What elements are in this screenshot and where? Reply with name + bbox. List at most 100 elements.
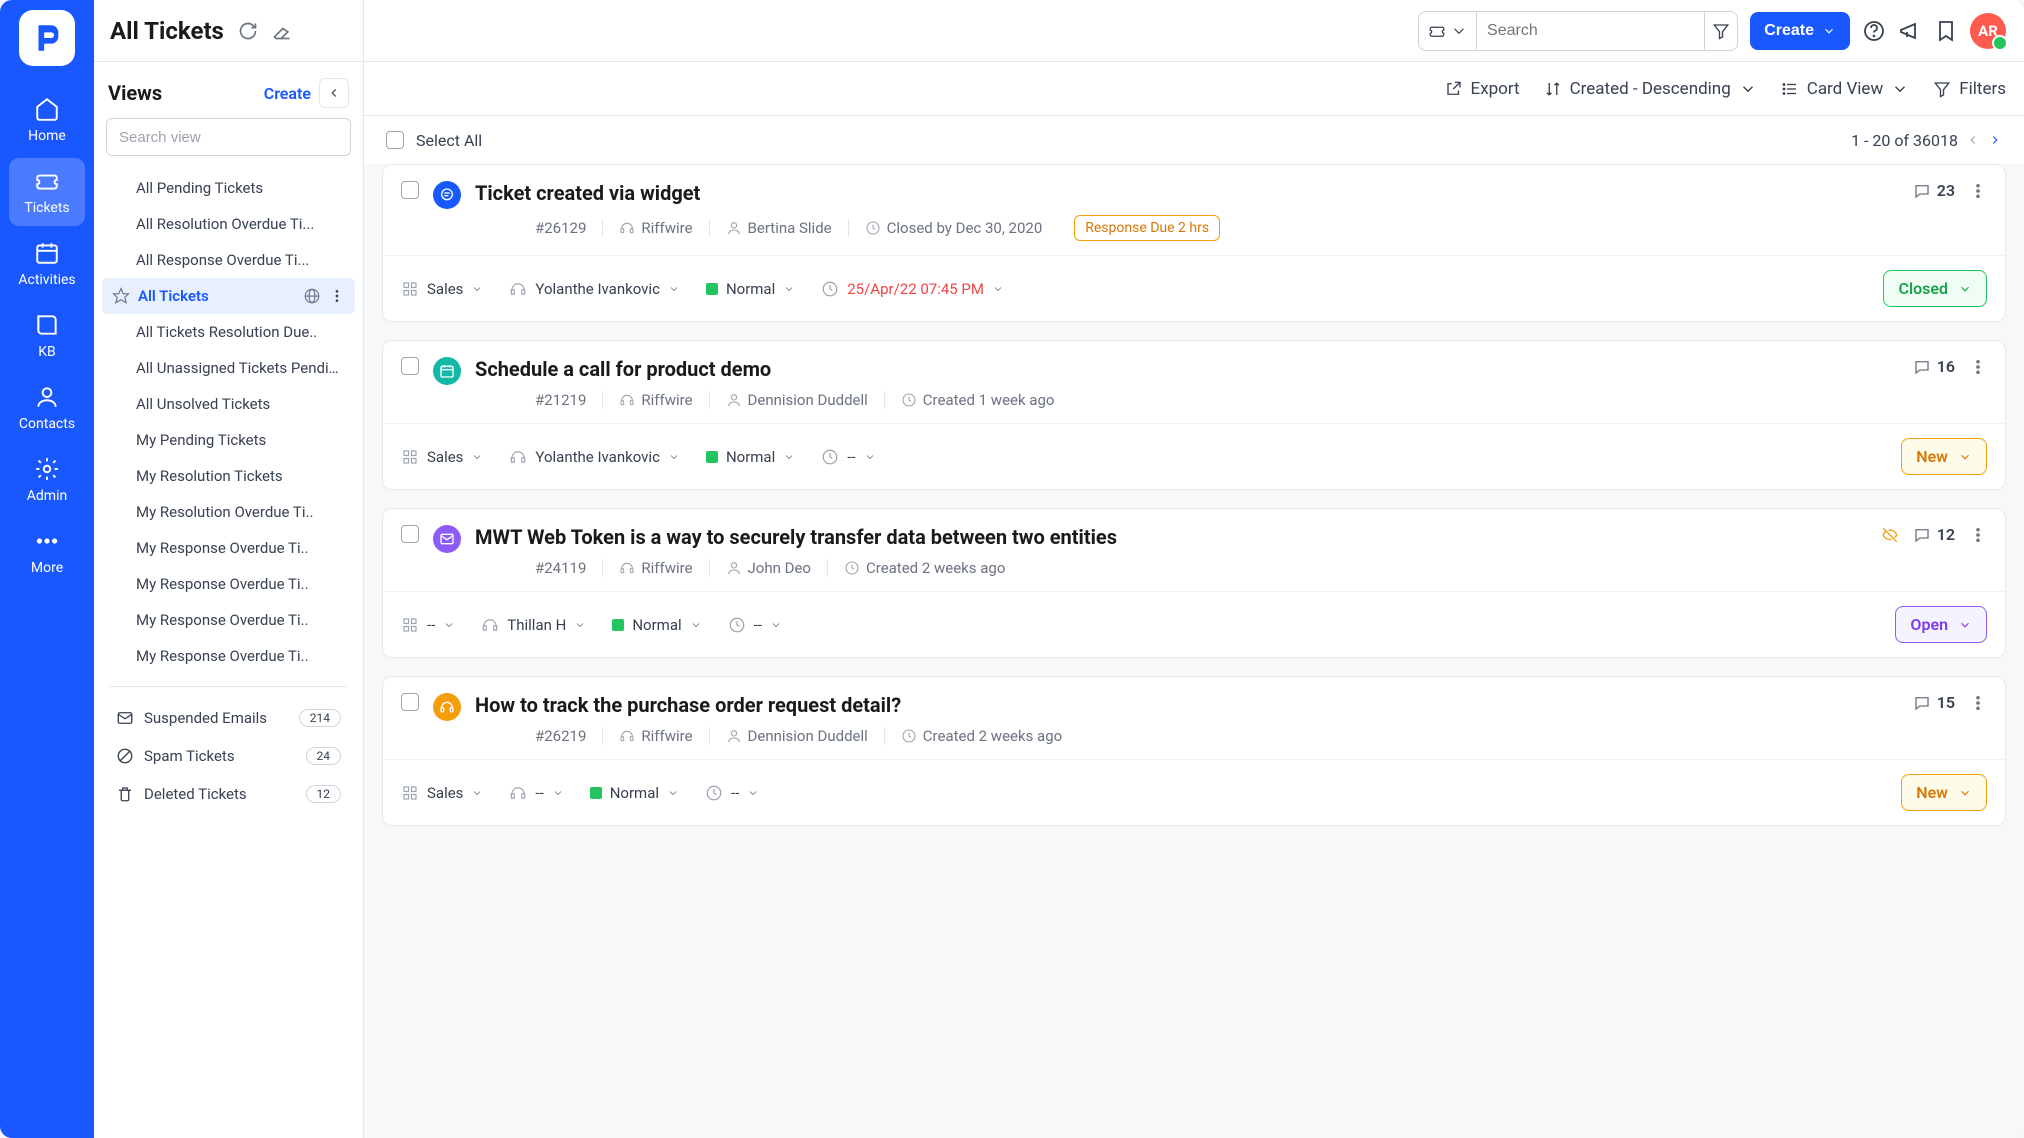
list-toolbar: Export Created - Descending Card View Fi… xyxy=(364,62,2024,116)
headset-icon xyxy=(509,448,527,466)
search-view-input[interactable] xyxy=(106,118,351,156)
ticket-card[interactable]: Schedule a call for product demo#21219Ri… xyxy=(382,340,2006,490)
comment-count[interactable]: 12 xyxy=(1913,525,1955,544)
select-all-checkbox[interactable] xyxy=(386,131,404,149)
view-item[interactable]: All Unsolved Tickets xyxy=(102,386,355,422)
ban-icon xyxy=(116,747,134,765)
group-field[interactable]: Sales xyxy=(401,784,483,802)
collapse-sidebar-button[interactable] xyxy=(319,78,349,108)
priority-field[interactable]: Normal xyxy=(612,616,701,634)
nav-tickets[interactable]: Tickets xyxy=(9,158,85,226)
headset-icon xyxy=(509,280,527,298)
create-view-link[interactable]: Create xyxy=(264,84,311,103)
page-title: All Tickets xyxy=(110,17,224,45)
user-icon xyxy=(726,220,742,236)
chevron-down-icon xyxy=(668,283,680,295)
status-dropdown[interactable]: Open xyxy=(1895,606,1987,643)
pager-next[interactable] xyxy=(1988,133,2002,147)
priority-field[interactable]: Normal xyxy=(706,280,795,298)
ticket-checkbox[interactable] xyxy=(401,525,419,543)
ticket-checkbox[interactable] xyxy=(401,357,419,375)
headset-icon xyxy=(619,728,635,744)
date-field[interactable]: -- xyxy=(821,448,875,466)
nav-more[interactable]: More xyxy=(9,518,85,586)
view-item[interactable]: My Response Overdue Ti.. xyxy=(102,602,355,638)
grid-icon xyxy=(401,448,419,466)
bottom-view-item[interactable]: Suspended Emails214 xyxy=(102,699,355,737)
avatar[interactable]: AR xyxy=(1970,13,2006,49)
status-dropdown[interactable]: Closed xyxy=(1883,270,1987,307)
ticket-icon xyxy=(1428,22,1446,40)
nav-admin[interactable]: Admin xyxy=(9,446,85,514)
view-item[interactable]: My Resolution Overdue Ti.. xyxy=(102,494,355,530)
search-filter-button[interactable] xyxy=(1704,12,1737,50)
bottom-view-item[interactable]: Spam Tickets24 xyxy=(102,737,355,775)
view-item[interactable]: My Pending Tickets xyxy=(102,422,355,458)
ticket-checkbox[interactable] xyxy=(401,693,419,711)
announcements-icon[interactable] xyxy=(1898,19,1922,43)
create-button[interactable]: Create xyxy=(1750,12,1850,50)
group-field[interactable]: Sales xyxy=(401,280,483,298)
date-field[interactable]: -- xyxy=(728,616,782,634)
export-button[interactable]: Export xyxy=(1445,79,1520,99)
refresh-icon[interactable] xyxy=(238,21,258,41)
view-item[interactable]: All Resolution Overdue Ti... xyxy=(102,206,355,242)
app-logo[interactable] xyxy=(19,10,75,66)
group-field[interactable]: Sales xyxy=(401,448,483,466)
priority-field[interactable]: Normal xyxy=(706,448,795,466)
bookmark-icon[interactable] xyxy=(1934,19,1958,43)
clear-icon[interactable] xyxy=(272,21,292,41)
more-icon[interactable] xyxy=(329,288,345,304)
export-icon xyxy=(1445,80,1463,98)
view-item[interactable]: All Unassigned Tickets Pending xyxy=(102,350,355,386)
filters-button[interactable]: Filters xyxy=(1933,79,2006,99)
assignee-field[interactable]: Yolanthe Ivankovic xyxy=(509,448,680,466)
ticket-checkbox[interactable] xyxy=(401,181,419,199)
user-icon xyxy=(726,392,742,408)
search-input[interactable] xyxy=(1477,12,1704,50)
comment-icon xyxy=(1913,182,1931,200)
status-dropdown[interactable]: New xyxy=(1901,438,1987,475)
view-item[interactable]: My Response Overdue Ti.. xyxy=(102,566,355,602)
comment-count[interactable]: 16 xyxy=(1913,357,1955,376)
assignee-field[interactable]: Thillan H xyxy=(481,616,586,634)
group-field[interactable]: -- xyxy=(401,616,455,634)
pager-text: 1 - 20 of 36018 xyxy=(1851,131,1958,150)
search-scope-dropdown[interactable] xyxy=(1419,12,1477,50)
nav-activities[interactable]: Activities xyxy=(9,230,85,298)
pager-prev[interactable] xyxy=(1966,133,1980,147)
view-item[interactable]: All Tickets xyxy=(102,278,355,314)
bottom-view-item[interactable]: Deleted Tickets12 xyxy=(102,775,355,813)
comment-count[interactable]: 23 xyxy=(1913,181,1955,200)
priority-indicator xyxy=(706,283,718,295)
ticket-card[interactable]: Ticket created via widget#26129RiffwireB… xyxy=(382,164,2006,322)
nav-kb[interactable]: KB xyxy=(9,302,85,370)
sort-dropdown[interactable]: Created - Descending xyxy=(1544,79,1757,99)
chevron-down-icon xyxy=(992,283,1004,295)
status-dropdown[interactable]: New xyxy=(1901,774,1987,811)
more-icon[interactable] xyxy=(1969,694,1987,712)
view-item[interactable]: All Response Overdue Ti... xyxy=(102,242,355,278)
view-item[interactable]: My Response Overdue Ti.. xyxy=(102,638,355,674)
view-item[interactable]: My Resolution Tickets xyxy=(102,458,355,494)
assignee-field[interactable]: Yolanthe Ivankovic xyxy=(509,280,680,298)
assignee-field[interactable]: -- xyxy=(509,784,563,802)
nav-home[interactable]: Home xyxy=(9,86,85,154)
more-icon[interactable] xyxy=(1969,358,1987,376)
more-icon[interactable] xyxy=(1969,526,1987,544)
view-item[interactable]: All Pending Tickets xyxy=(102,170,355,206)
chevron-down-icon xyxy=(1891,80,1909,98)
more-icon[interactable] xyxy=(1969,182,1987,200)
priority-field[interactable]: Normal xyxy=(590,784,679,802)
view-item[interactable]: All Tickets Resolution Due.. xyxy=(102,314,355,350)
view-item[interactable]: My Response Overdue Ti.. xyxy=(102,530,355,566)
nav-contacts[interactable]: Contacts xyxy=(9,374,85,442)
comment-count[interactable]: 15 xyxy=(1913,693,1955,712)
ticket-company: Riffwire xyxy=(602,727,708,745)
view-mode-dropdown[interactable]: Card View xyxy=(1781,79,1909,99)
ticket-card[interactable]: How to track the purchase order request … xyxy=(382,676,2006,826)
help-icon[interactable] xyxy=(1862,19,1886,43)
date-field[interactable]: 25/Apr/22 07:45 PM xyxy=(821,280,1004,298)
date-field[interactable]: -- xyxy=(705,784,759,802)
ticket-card[interactable]: MWT Web Token is a way to securely trans… xyxy=(382,508,2006,658)
